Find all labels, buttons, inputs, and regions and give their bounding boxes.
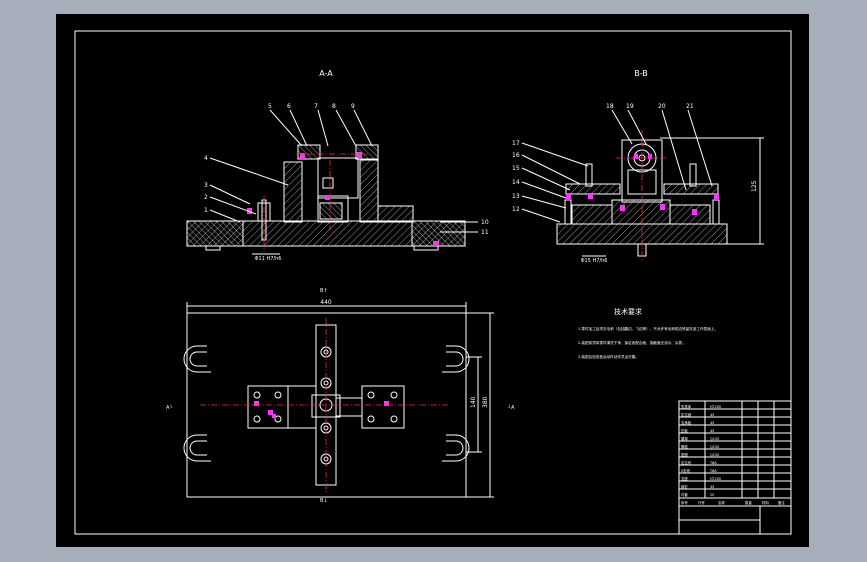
callout-a-2: 2 bbox=[204, 194, 208, 201]
note-1: 1.零件加工后须去毛刺（包括翻边、飞边等），不允许有毛刺锐边残留在各工作表面上。 bbox=[578, 326, 718, 331]
a-right-upright bbox=[359, 159, 379, 223]
tb-row-1-name: 夹具体 bbox=[681, 404, 692, 409]
tb-row-10-name: 支座 bbox=[681, 476, 688, 481]
callout-b-15: 15 bbox=[512, 165, 520, 172]
tb-row-10-mat: HT200 bbox=[710, 477, 721, 481]
tb-footer-2: 代号 bbox=[698, 500, 705, 505]
callout-a-8: 8 bbox=[332, 103, 336, 110]
callout-a-1: 1 bbox=[204, 207, 208, 214]
tb-row-11-mat: 35 bbox=[710, 485, 714, 489]
tb-row-3-mat: 45 bbox=[710, 421, 714, 425]
tb-row-4-name: 压板 bbox=[681, 428, 688, 433]
tb-row-12-mat: 20 bbox=[710, 493, 714, 497]
section-mark-a-left: A└ bbox=[166, 404, 173, 411]
width-dimension: 440 bbox=[320, 299, 332, 306]
section-a-title: A-A bbox=[319, 69, 333, 78]
tb-footer-1: 序号 bbox=[681, 500, 688, 505]
tb-row-8-mat: T8A bbox=[709, 461, 717, 465]
tb-row-1-mat: HT200 bbox=[710, 405, 721, 409]
fit-dimension-a: Φ11 H7/h6 bbox=[255, 256, 282, 262]
tb-row-9-name: V形块 bbox=[681, 468, 691, 473]
note-2: 2.装配前须将零件清洗干净，保证各配合面、接触面无油污、杂质。 bbox=[578, 340, 686, 345]
section-mark-b-top: B↑ bbox=[320, 288, 328, 294]
tb-footer-5: 材料 bbox=[762, 500, 769, 505]
height-dimension-b: 125 bbox=[751, 180, 758, 192]
section-mark-b-bottom: B↓ bbox=[320, 498, 328, 504]
tb-footer-6: 备注 bbox=[778, 500, 785, 505]
tb-row-7-name: 垫圈 bbox=[681, 452, 688, 457]
tb-row-2-mat: 45 bbox=[710, 413, 714, 417]
callout-b-12: 12 bbox=[512, 206, 520, 213]
cad-drawing-canvas: A-A Φ11 H7/h6 5 6 7 8 9 4 3 2 1 10 11 B-… bbox=[56, 14, 809, 547]
tb-row-8-name: 定位块 bbox=[681, 460, 692, 465]
tb-row-2-name: 定位销 bbox=[681, 412, 692, 417]
callout-a-4: 4 bbox=[204, 155, 208, 162]
callout-b-13: 13 bbox=[512, 193, 520, 200]
callout-b-21: 21 bbox=[686, 103, 694, 110]
callout-a-3: 3 bbox=[204, 182, 208, 189]
callout-a-10: 10 bbox=[481, 219, 489, 226]
callout-a-9: 9 bbox=[351, 103, 355, 110]
callout-b-18: 18 bbox=[606, 103, 614, 110]
notes-title: 技术要求 bbox=[614, 307, 642, 316]
fit-dimension-b: Φ15 H7/h6 bbox=[581, 258, 608, 264]
drawing-sheet bbox=[56, 14, 809, 547]
a-left-upright bbox=[283, 161, 303, 223]
callout-a-5: 5 bbox=[268, 103, 272, 110]
tb-row-5-mat: Q235 bbox=[710, 437, 719, 441]
callout-b-17: 17 bbox=[512, 140, 520, 147]
tb-row-7-mat: Q235 bbox=[710, 453, 719, 457]
tb-row-6-name: 螺栓 bbox=[681, 444, 688, 449]
tb-footer-3: 名称 bbox=[718, 500, 725, 505]
callout-a-7: 7 bbox=[314, 103, 318, 110]
tb-row-11-name: 销钉 bbox=[681, 484, 688, 489]
callout-b-20: 20 bbox=[658, 103, 666, 110]
section-mark-a-right: ┘A bbox=[507, 404, 515, 411]
tb-footer-4: 数量 bbox=[745, 500, 752, 505]
tb-row-12-name: 衬套 bbox=[681, 492, 688, 497]
callout-a-11: 11 bbox=[481, 229, 489, 236]
tb-row-4-mat: 45 bbox=[710, 429, 714, 433]
callout-a-6: 6 bbox=[287, 103, 291, 110]
tb-row-3-name: 支承板 bbox=[681, 420, 692, 425]
tb-row-5-name: 螺母 bbox=[681, 436, 688, 441]
inner-height-dimension: 140 bbox=[470, 396, 477, 408]
section-b-title: B-B bbox=[634, 69, 648, 78]
note-3: 3.装配后检查各运动件动作灵活可靠。 bbox=[578, 354, 639, 359]
callout-b-16: 16 bbox=[512, 152, 520, 159]
tb-row-9-mat: T8A bbox=[709, 469, 717, 473]
callout-b-19: 19 bbox=[626, 103, 634, 110]
outer-height-dimension: 380 bbox=[482, 396, 489, 408]
callout-b-14: 14 bbox=[512, 179, 520, 186]
tb-row-6-mat: Q235 bbox=[710, 445, 719, 449]
